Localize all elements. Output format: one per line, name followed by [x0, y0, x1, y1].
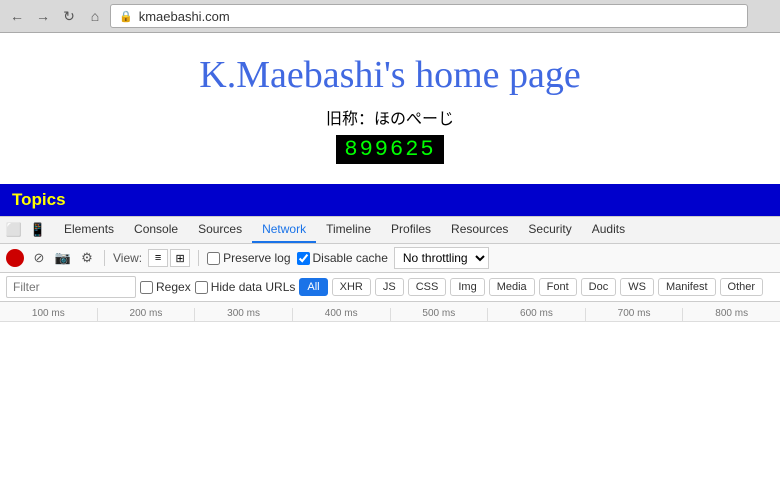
filter-chip-xhr[interactable]: XHR	[332, 278, 371, 296]
regex-text: Regex	[156, 280, 191, 294]
throttle-select[interactable]: No throttling	[394, 247, 489, 269]
back-button[interactable]: ←	[6, 5, 28, 27]
tab-security[interactable]: Security	[518, 217, 581, 243]
filter-chip-doc[interactable]: Doc	[581, 278, 617, 296]
devtools-panel: ⬜ 📱 Elements Console Sources Network Tim…	[0, 216, 780, 377]
toolbar-divider-2	[198, 250, 199, 266]
tab-network[interactable]: Network	[252, 217, 316, 243]
timeline-ruler: 100 ms 200 ms 300 ms 400 ms 500 ms 600 m…	[0, 302, 780, 322]
visit-counter: 899625	[336, 135, 443, 164]
browser-chrome: ← → ↻ ⌂ 🔒 kmaebashi.com	[0, 0, 780, 33]
ruler-tick-600: 600 ms	[487, 308, 585, 321]
devtools-tab-bar: ⬜ 📱 Elements Console Sources Network Tim…	[0, 217, 780, 244]
hide-data-urls-text: Hide data URLs	[211, 280, 296, 294]
timeline-area: 100 ms 200 ms 300 ms 400 ms 500 ms 600 m…	[0, 302, 780, 377]
filter-bar: Regex Hide data URLs All XHR JS CSS Img …	[0, 273, 780, 302]
tab-sources[interactable]: Sources	[188, 217, 252, 243]
devtools-icon-group: ⬜ 📱	[4, 220, 48, 240]
url-text: kmaebashi.com	[139, 9, 230, 24]
home-button[interactable]: ⌂	[84, 5, 106, 27]
screenshot-button[interactable]: 📷	[54, 249, 72, 267]
clear-button[interactable]: ⊘	[30, 249, 48, 267]
ruler-tick-800: 800 ms	[682, 308, 780, 321]
preserve-log-text: Preserve log	[223, 251, 290, 265]
page-content: K.Maebashi's home page 旧称：ほのぺーじ 899625	[0, 33, 780, 184]
ruler-tick-400: 400 ms	[292, 308, 390, 321]
preserve-log-checkbox[interactable]	[207, 252, 220, 265]
page-subtitle: 旧称：ほのぺーじ	[20, 105, 760, 129]
filter-chip-other[interactable]: Other	[720, 278, 764, 296]
filter-chip-font[interactable]: Font	[539, 278, 577, 296]
view-label: View:	[113, 251, 142, 265]
forward-button[interactable]: →	[32, 5, 54, 27]
disable-cache-text: Disable cache	[313, 251, 388, 265]
network-toolbar: ⊘ 📷 ⚙ View: ≡ ⊞ Preserve log Disable cac…	[0, 244, 780, 273]
filter-chip-ws[interactable]: WS	[620, 278, 654, 296]
topics-label: Topics	[12, 190, 66, 209]
tab-timeline[interactable]: Timeline	[316, 217, 381, 243]
filter-chip-manifest[interactable]: Manifest	[658, 278, 716, 296]
group-view-button[interactable]: ⊞	[170, 249, 190, 267]
device-mode-button[interactable]: 📱	[28, 220, 48, 240]
topics-bar: Topics	[0, 184, 780, 216]
ruler-tick-700: 700 ms	[585, 308, 683, 321]
tab-elements[interactable]: Elements	[54, 217, 124, 243]
ruler-tick-300: 300 ms	[194, 308, 292, 321]
toolbar-divider	[104, 250, 105, 266]
list-view-button[interactable]: ≡	[148, 249, 168, 267]
ruler-tick-100: 100 ms	[0, 308, 97, 321]
regex-label[interactable]: Regex	[140, 280, 191, 294]
filter-button[interactable]: ⚙	[78, 249, 96, 267]
hide-data-urls-checkbox[interactable]	[195, 281, 208, 294]
address-bar[interactable]: 🔒 kmaebashi.com	[110, 4, 748, 28]
preserve-log-label[interactable]: Preserve log	[207, 251, 290, 265]
filter-chip-css[interactable]: CSS	[408, 278, 447, 296]
browser-toolbar: ← → ↻ ⌂ 🔒 kmaebashi.com	[0, 0, 780, 32]
disable-cache-checkbox[interactable]	[297, 252, 310, 265]
record-button[interactable]	[6, 249, 24, 267]
lock-icon: 🔒	[119, 10, 133, 23]
filter-chip-media[interactable]: Media	[489, 278, 535, 296]
regex-checkbox[interactable]	[140, 281, 153, 294]
filter-chip-all[interactable]: All	[299, 278, 327, 296]
filter-chip-img[interactable]: Img	[450, 278, 484, 296]
reload-button[interactable]: ↻	[58, 5, 80, 27]
filter-chip-js[interactable]: JS	[375, 278, 404, 296]
tab-audits[interactable]: Audits	[582, 217, 635, 243]
ruler-tick-500: 500 ms	[390, 308, 488, 321]
filter-input[interactable]	[6, 276, 136, 298]
view-buttons: ≡ ⊞	[148, 249, 190, 267]
tab-profiles[interactable]: Profiles	[381, 217, 441, 243]
page-title: K.Maebashi's home page	[20, 53, 760, 97]
tab-console[interactable]: Console	[124, 217, 188, 243]
disable-cache-label[interactable]: Disable cache	[297, 251, 388, 265]
timeline-content	[0, 322, 780, 377]
inspect-element-button[interactable]: ⬜	[4, 220, 24, 240]
ruler-tick-200: 200 ms	[97, 308, 195, 321]
hide-data-urls-label[interactable]: Hide data URLs	[195, 280, 296, 294]
tab-resources[interactable]: Resources	[441, 217, 518, 243]
